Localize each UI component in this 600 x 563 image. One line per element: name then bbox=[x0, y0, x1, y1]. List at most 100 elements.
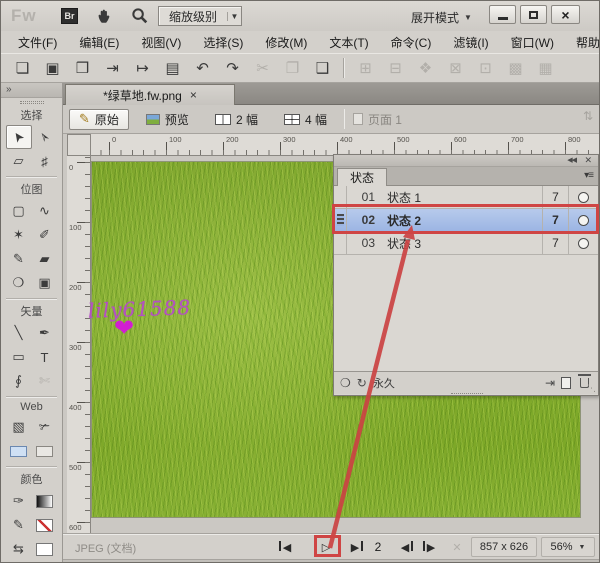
stamp-tool[interactable]: ▣ bbox=[32, 271, 58, 295]
panel-bottom-grip[interactable] bbox=[451, 393, 483, 396]
collapse-panel-icon[interactable]: ◀◀ bbox=[567, 156, 576, 164]
pen-tool[interactable]: ✒ bbox=[32, 321, 58, 345]
bring-front-icon[interactable]: ⊡ bbox=[476, 58, 495, 78]
document-tab[interactable]: *绿草地.fw.png × bbox=[65, 84, 235, 105]
print-icon[interactable]: ▤ bbox=[163, 58, 182, 78]
original-view-button[interactable]: ✎ 原始 bbox=[69, 109, 129, 130]
two-up-view-button[interactable]: 2 幅 bbox=[206, 109, 267, 130]
minimize-button[interactable] bbox=[489, 5, 516, 24]
four-up-view-button[interactable]: 4 幅 bbox=[275, 109, 336, 130]
default-color-swatch[interactable] bbox=[32, 537, 58, 561]
zoom-level-dropdown[interactable]: 缩放级别 ▼ bbox=[158, 6, 242, 26]
state-row-1[interactable]: 01 状态 1 7 bbox=[334, 186, 598, 209]
close-button[interactable]: × bbox=[551, 5, 580, 24]
slice-tool[interactable]: ✃ bbox=[32, 415, 58, 439]
canvas-dimensions[interactable]: 857 x 626 bbox=[471, 537, 537, 557]
ungroup-icon[interactable]: ⊟ bbox=[386, 58, 405, 78]
new-state-icon[interactable] bbox=[561, 377, 571, 389]
gif-looping-icon[interactable]: ↻ bbox=[357, 376, 367, 390]
subselection-tool[interactable]: ➢ bbox=[32, 125, 58, 149]
menu-select[interactable]: 选择(S) bbox=[194, 32, 252, 53]
onion-skin-gutter[interactable] bbox=[334, 232, 347, 254]
toolbar-separator[interactable] bbox=[343, 58, 345, 78]
marquee-tool[interactable]: ▢ bbox=[6, 199, 32, 223]
menu-text[interactable]: 文本(T) bbox=[320, 32, 377, 53]
magnifier-icon[interactable] bbox=[131, 7, 149, 25]
stop-button[interactable]: ✕ bbox=[447, 538, 467, 556]
cut-icon[interactable]: ✂ bbox=[253, 58, 272, 78]
state-row-3[interactable]: 03 状态 3 7 bbox=[334, 232, 598, 255]
panel-resize-grip[interactable]: ⋱ bbox=[587, 383, 596, 394]
pencil-tool[interactable]: ✎ bbox=[6, 247, 32, 271]
page-nav-icons[interactable]: ⇅ bbox=[583, 109, 593, 123]
export-icon[interactable]: ↦ bbox=[133, 58, 152, 78]
expand-mode-dropdown[interactable]: 展开模式 ▼ bbox=[411, 9, 472, 26]
send-back-icon[interactable]: ▩ bbox=[506, 58, 525, 78]
state-include-toggle[interactable] bbox=[568, 232, 598, 254]
show-slices-button[interactable] bbox=[32, 439, 58, 463]
panel-drag-bar[interactable]: ◀◀ ✕ bbox=[334, 155, 598, 167]
menu-filters[interactable]: 滤镜(I) bbox=[444, 32, 497, 53]
bridge-icon[interactable]: Br bbox=[61, 8, 78, 24]
swap-colors-tool[interactable]: ⇆ bbox=[6, 537, 32, 561]
scale-tool[interactable]: ▱ bbox=[6, 149, 32, 173]
save-icon[interactable]: ▣ bbox=[43, 58, 62, 78]
undo-icon[interactable]: ↶ bbox=[193, 58, 212, 78]
magic-wand-tool[interactable]: ✶ bbox=[6, 223, 32, 247]
hand-tool-icon[interactable] bbox=[95, 7, 113, 25]
crop-tool[interactable]: ♯ bbox=[32, 149, 58, 173]
menu-view[interactable]: 视图(V) bbox=[132, 32, 190, 53]
state-delay[interactable]: 7 bbox=[542, 186, 568, 208]
import-icon[interactable]: ⇥ bbox=[103, 58, 122, 78]
first-state-button[interactable]: ◀ bbox=[277, 538, 297, 556]
rectangle-tool[interactable]: ▭ bbox=[6, 345, 32, 369]
onion-skin-gutter[interactable] bbox=[334, 186, 347, 208]
eyedropper-tool[interactable]: ✑ bbox=[6, 489, 32, 513]
new-doc-icon[interactable]: ❏ bbox=[13, 58, 32, 78]
align-icon[interactable]: ▦ bbox=[536, 58, 555, 78]
join-icon[interactable]: ❖ bbox=[416, 58, 435, 78]
state-include-toggle[interactable] bbox=[568, 186, 598, 208]
maximize-button[interactable] bbox=[520, 5, 547, 24]
lasso-tool[interactable]: ∿ bbox=[32, 199, 58, 223]
onion-skinning-icon[interactable]: ❍ bbox=[340, 376, 351, 390]
freeform-tool[interactable]: ∮ bbox=[6, 369, 32, 393]
menu-commands[interactable]: 命令(C) bbox=[382, 32, 441, 53]
menu-file[interactable]: 文件(F) bbox=[9, 32, 66, 53]
menu-edit[interactable]: 编辑(E) bbox=[70, 32, 128, 53]
previous-state-button[interactable]: ◀ bbox=[395, 538, 415, 556]
next-state-button[interactable]: ▶ bbox=[421, 538, 441, 556]
pencil-stroke-icon[interactable]: ✎ bbox=[6, 513, 32, 537]
panel-menu-icon[interactable]: ▾≡ bbox=[584, 170, 593, 181]
menu-window[interactable]: 窗口(W) bbox=[502, 32, 563, 53]
stroke-color-swatch[interactable] bbox=[32, 489, 58, 513]
group-icon[interactable]: ⊞ bbox=[356, 58, 375, 78]
state-delay[interactable]: 7 bbox=[542, 232, 568, 254]
copy-icon[interactable]: ❐ bbox=[283, 58, 302, 78]
brush-tool[interactable]: ✐ bbox=[32, 223, 58, 247]
eraser-tool[interactable]: ▰ bbox=[32, 247, 58, 271]
knife-tool[interactable]: ✄ bbox=[32, 369, 58, 393]
dock-header[interactable]: » bbox=[1, 83, 62, 98]
dock-grip[interactable] bbox=[20, 101, 44, 104]
states-tab[interactable]: 状态 bbox=[337, 168, 387, 186]
preview-view-button[interactable]: 预览 bbox=[137, 109, 198, 130]
menu-help[interactable]: 帮助(H) bbox=[567, 32, 600, 53]
state-delay[interactable]: 7 bbox=[542, 209, 568, 231]
onion-skin-gutter[interactable] bbox=[334, 209, 347, 231]
text-tool[interactable]: T bbox=[32, 345, 58, 369]
fill-color-swatch[interactable] bbox=[32, 513, 58, 537]
redo-icon[interactable]: ↷ bbox=[223, 58, 242, 78]
open-icon[interactable]: ❒ bbox=[73, 58, 92, 78]
hide-slices-button[interactable] bbox=[6, 439, 32, 463]
state-include-toggle[interactable] bbox=[568, 209, 598, 231]
panel-close-icon[interactable]: ✕ bbox=[584, 155, 592, 166]
distribute-to-states-icon[interactable]: ⇥ bbox=[545, 376, 555, 390]
last-state-button[interactable]: ▶ bbox=[345, 538, 365, 556]
zoom-percent-dropdown[interactable]: 56% ▼ bbox=[541, 537, 595, 557]
state-row-2[interactable]: 02 状态 2 7 bbox=[334, 209, 598, 232]
hotspot-tool[interactable]: ▧ bbox=[6, 415, 32, 439]
play-button[interactable]: ▷ bbox=[315, 538, 337, 556]
paste-icon[interactable]: ❑ bbox=[313, 58, 332, 78]
split-icon[interactable]: ⊠ bbox=[446, 58, 465, 78]
